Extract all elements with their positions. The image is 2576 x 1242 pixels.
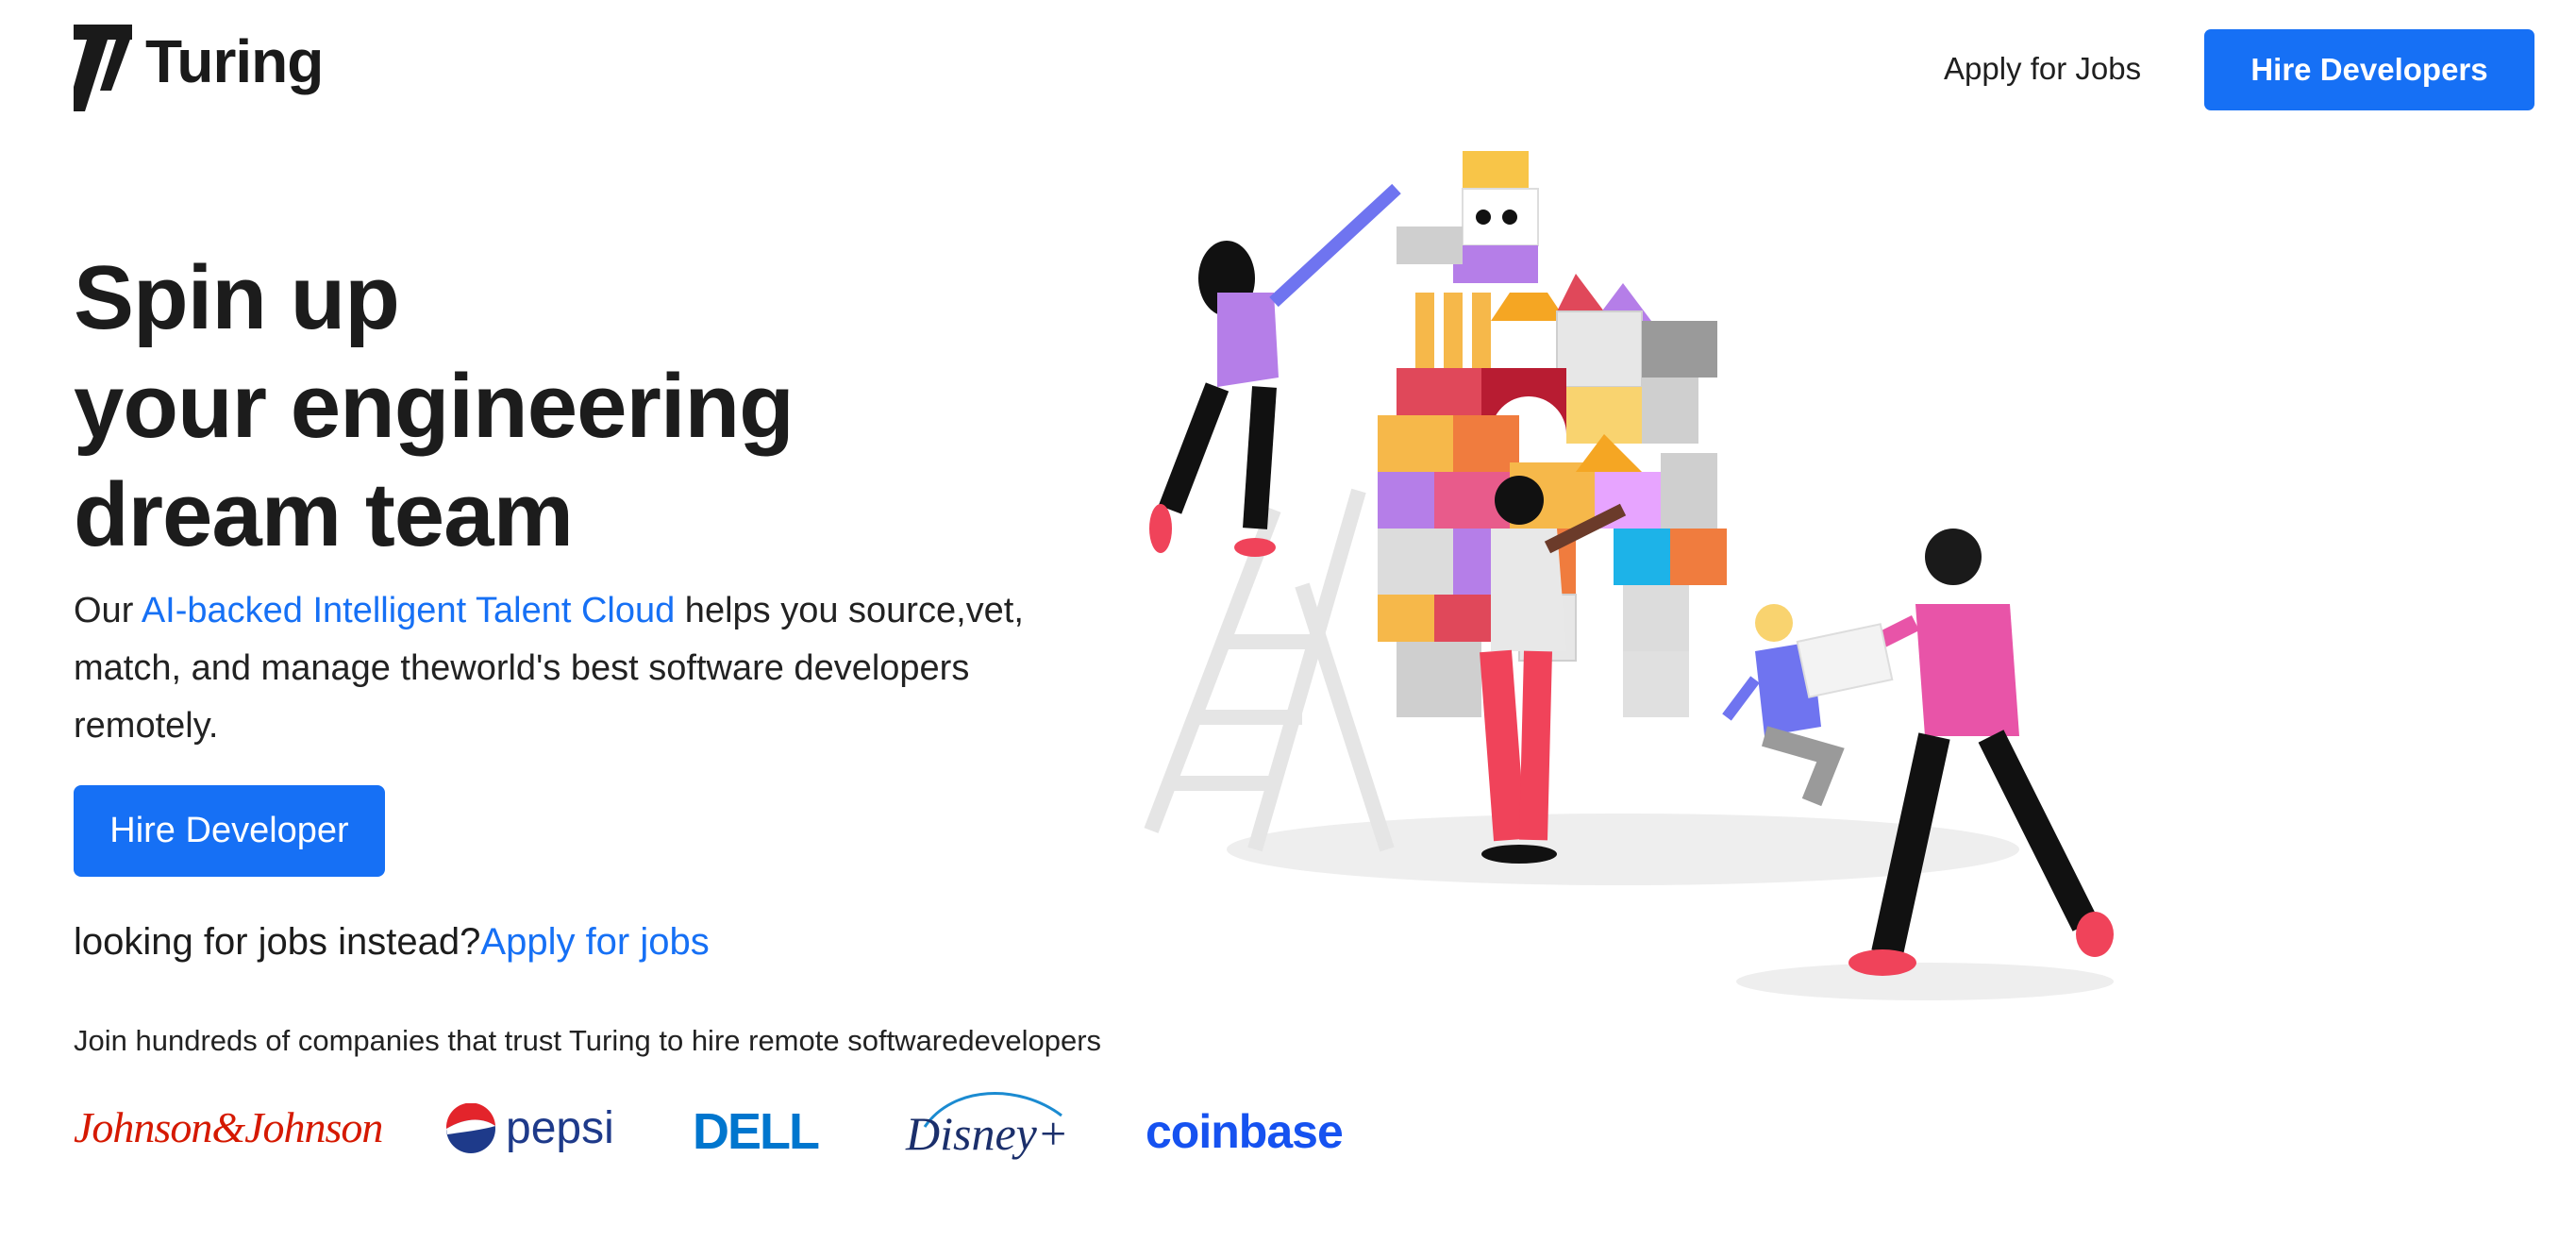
hero-title-line-1: Spin up bbox=[74, 247, 400, 348]
hero-desc-prefix: Our bbox=[74, 591, 142, 630]
pepsi-logo: pepsi bbox=[445, 1102, 614, 1154]
disney-wordmark: Disney+ bbox=[906, 1107, 1069, 1160]
apply-for-jobs-link[interactable]: Apply for Jobs bbox=[1944, 51, 2141, 87]
apply-for-jobs-inline-link[interactable]: Apply for jobs bbox=[480, 921, 709, 963]
disney-plus-logo: Disney+ bbox=[906, 1085, 1069, 1170]
turing-logo[interactable]: Turing bbox=[74, 25, 324, 111]
coinbase-logo: coinbase bbox=[1146, 1105, 1344, 1158]
talent-cloud-link[interactable]: AI-backed Intelligent Talent Cloud bbox=[142, 591, 675, 630]
jobs-prompt-text: looking for jobs instead? bbox=[74, 921, 481, 963]
pepsi-wordmark: pepsi bbox=[506, 1103, 614, 1153]
hire-developer-button[interactable]: Hire Developer bbox=[74, 785, 385, 877]
trust-text: Join hundreds of companies that trust Tu… bbox=[74, 1024, 1102, 1057]
man-white-shirt-graphic bbox=[1480, 476, 1627, 864]
hero-title-line-3: dream team bbox=[74, 464, 574, 565]
johnson-and-johnson-logo: Johnson&Johnson bbox=[74, 1103, 383, 1151]
turing-logo-icon bbox=[74, 25, 132, 111]
walking-man-graphic bbox=[1796, 529, 2114, 976]
pepsi-globe-icon bbox=[445, 1102, 495, 1153]
crouching-person-graphic bbox=[1722, 604, 1845, 807]
hero-title: Spin up your engineering dream team bbox=[74, 243, 795, 569]
landing-page: Turing Apply for Jobs Hire Developers Sp… bbox=[0, 0, 2576, 1242]
team-building-illustration bbox=[1144, 151, 2114, 1000]
brand-name: Turing bbox=[145, 27, 324, 95]
hero-description: Our AI-backed Intelligent Talent Cloud h… bbox=[74, 582, 1112, 755]
hero-title-line-2: your engineering bbox=[74, 356, 795, 457]
dell-logo: DELL bbox=[693, 1103, 820, 1160]
hire-developers-button[interactable]: Hire Developers bbox=[2204, 29, 2534, 110]
jobs-prompt: looking for jobs instead?Apply for jobs bbox=[74, 921, 710, 964]
